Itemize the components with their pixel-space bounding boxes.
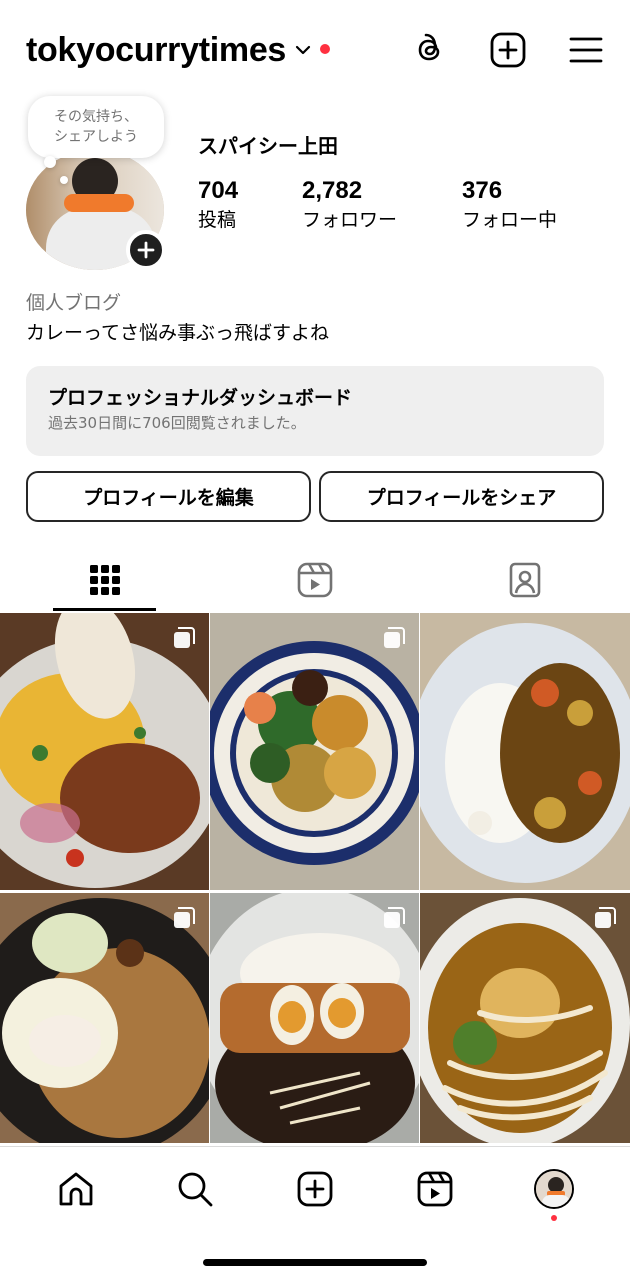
nav-create[interactable]: [287, 1161, 343, 1217]
note-text-line1: その気持ち、: [54, 109, 138, 125]
profile-notification-dot: [551, 1215, 558, 1221]
nav-reels[interactable]: [407, 1161, 463, 1217]
stat-following-count: 376: [462, 177, 503, 204]
stat-following[interactable]: 376 フォロー中: [462, 176, 557, 234]
post-thumbnail[interactable]: [210, 893, 419, 1143]
bottom-nav-bar: [0, 1146, 630, 1280]
top-bar: tokyocurrytimes: [26, 20, 604, 80]
active-tab-indicator: [53, 608, 156, 611]
display-name: スパイシー上田: [198, 134, 338, 158]
note-tail-dot: [44, 156, 56, 168]
stat-posts-count: 704: [198, 177, 239, 204]
add-story-icon[interactable]: [126, 230, 166, 270]
note-tail-dot-small: [60, 176, 68, 184]
account-username[interactable]: tokyocurrytimes: [26, 31, 286, 70]
post-thumbnail[interactable]: [210, 613, 419, 890]
create-icon: [297, 1171, 333, 1207]
multi-photo-icon: [174, 907, 195, 928]
nav-home[interactable]: [48, 1161, 104, 1217]
notification-dot: [320, 44, 331, 54]
grid-icon: [90, 565, 120, 595]
note-text-line2: シェアしよう: [54, 129, 138, 145]
post-thumbnail[interactable]: [0, 893, 209, 1143]
share-profile-button[interactable]: プロフィールをシェア: [319, 471, 604, 522]
home-icon: [59, 1172, 93, 1206]
dashboard-title: プロフェッショナルダッシュボード: [48, 387, 353, 409]
tab-posts[interactable]: [0, 548, 210, 612]
new-post-icon[interactable]: [490, 32, 526, 68]
home-indicator[interactable]: [203, 1259, 427, 1266]
nav-profile[interactable]: [526, 1161, 582, 1221]
reels-icon: [417, 1171, 452, 1207]
threads-icon[interactable]: [412, 32, 448, 68]
profile-avatar-small: [534, 1169, 575, 1209]
profile-category: 個人ブログ: [26, 292, 122, 314]
chevron-down-icon[interactable]: [294, 41, 312, 59]
tab-reels[interactable]: [210, 548, 420, 612]
multi-photo-icon: [384, 627, 405, 648]
multi-photo-icon: [595, 907, 616, 928]
post-thumbnail[interactable]: [420, 613, 630, 890]
profile-bio: カレーってさ悩み事ぶっ飛ばすよね: [26, 322, 330, 344]
post-thumbnail[interactable]: [0, 613, 209, 890]
tab-tagged[interactable]: [420, 548, 630, 612]
stat-followers[interactable]: 2,782 フォロワー: [302, 176, 462, 234]
stat-posts-label: 投稿: [198, 209, 237, 231]
stat-followers-count: 2,782: [302, 177, 363, 204]
tagged-icon: [509, 562, 541, 598]
menu-icon[interactable]: [568, 32, 604, 68]
reels-icon: [297, 562, 333, 598]
post-thumbnail[interactable]: [420, 893, 630, 1143]
post-grid: [0, 613, 630, 1143]
stat-posts: 704 投稿: [198, 176, 302, 234]
profile-avatar-container[interactable]: [26, 150, 166, 270]
search-icon: [178, 1172, 213, 1207]
multi-photo-icon: [174, 627, 195, 648]
nav-search[interactable]: [167, 1161, 223, 1217]
note-bubble[interactable]: その気持ち、 シェアしよう: [28, 96, 164, 158]
edit-profile-button[interactable]: プロフィールを編集: [26, 471, 311, 522]
multi-photo-icon: [384, 907, 405, 928]
stat-followers-label: フォロワー: [302, 209, 398, 231]
profile-tabs: [0, 548, 630, 612]
stat-following-label: フォロー中: [462, 209, 558, 231]
profile-stats: 704 投稿 2,782 フォロワー 376 フォロー中: [198, 176, 557, 234]
dashboard-subtitle: 過去30日間に706回閲覧されました。: [48, 414, 306, 432]
professional-dashboard[interactable]: プロフェッショナルダッシュボード 過去30日間に706回閲覧されました。: [26, 366, 604, 456]
